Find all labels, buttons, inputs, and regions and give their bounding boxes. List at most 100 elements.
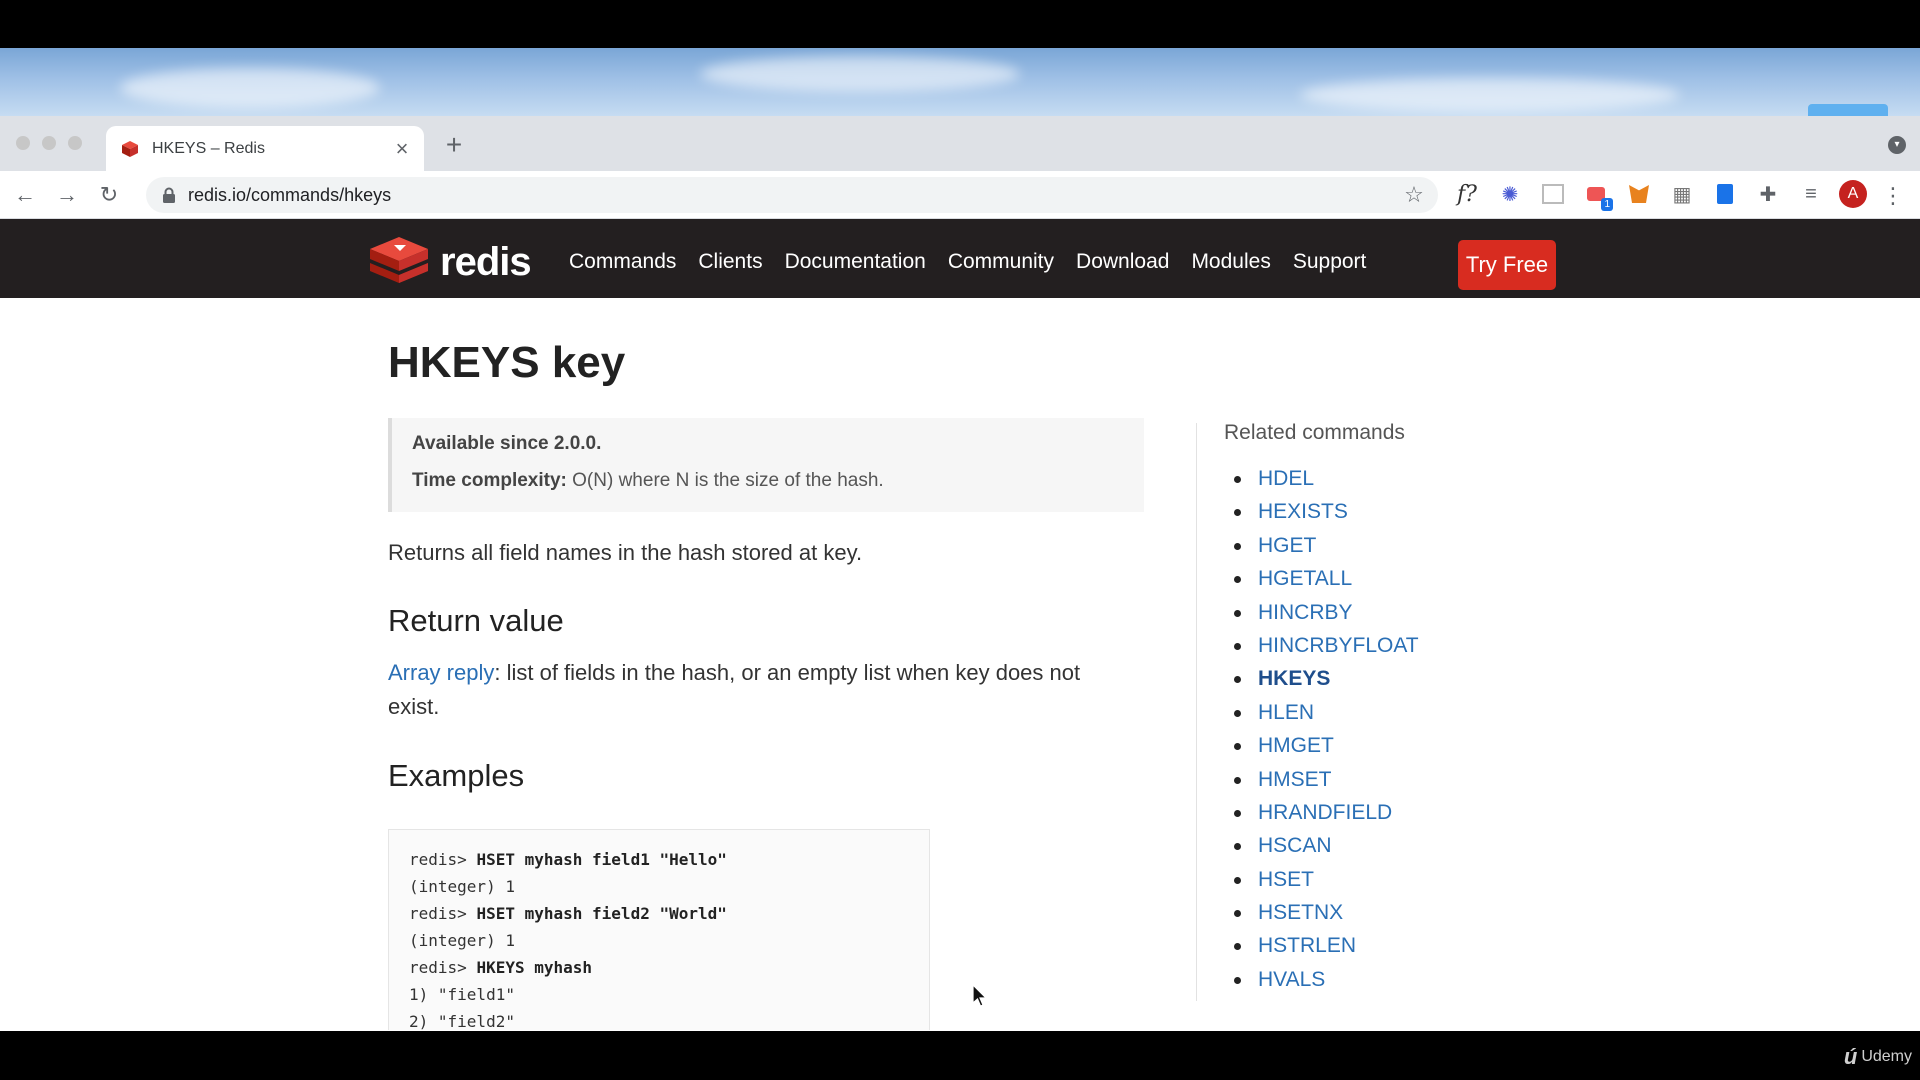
close-window-button[interactable] [16, 136, 30, 150]
related-link-hrandfield[interactable]: HRANDFIELD [1258, 801, 1392, 824]
tab-search-icon[interactable]: ▾ [1888, 136, 1906, 154]
redis-logo[interactable]: redis [368, 235, 532, 289]
profile-avatar[interactable]: A [1839, 180, 1867, 208]
related-link-hstrlen[interactable]: HSTRLEN [1258, 934, 1356, 957]
related-link-hscan[interactable]: HSCAN [1258, 834, 1332, 857]
nav-clients[interactable]: Clients [698, 250, 762, 274]
code-prompt: redis> [409, 904, 477, 923]
video-letterbox-top [0, 0, 1920, 48]
puzzle-icon[interactable]: ✚ [1753, 179, 1783, 209]
related-link-hincrby[interactable]: HINCRBY [1258, 601, 1353, 624]
examples-heading: Examples [388, 758, 525, 793]
list-item: HLEN [1234, 701, 1419, 734]
list-item: HSETNX [1234, 901, 1419, 934]
browser-window: HKEYS – Redis × + ▾ ← → ↻ redis.io/comma… [0, 116, 1920, 1031]
nav-documentation[interactable]: Documentation [785, 250, 926, 274]
code-line: redis> HSET myhash field2 "World" [409, 904, 727, 923]
sidebar-divider [1196, 423, 1197, 1001]
tab-strip: HKEYS – Redis × + ▾ [0, 116, 1920, 171]
related-link-hincrbyfloat[interactable]: HINCRBYFLOAT [1258, 634, 1419, 657]
code-prompt: redis> [409, 850, 477, 869]
redis-cube-icon [370, 237, 428, 283]
list-item: HSTRLEN [1234, 934, 1419, 967]
list-item: HGET [1234, 534, 1419, 567]
url-text[interactable]: redis.io/commands/hkeys [188, 185, 1402, 206]
related-link-hvals[interactable]: HVALS [1258, 968, 1325, 991]
cloud [1300, 78, 1680, 112]
code-command: HSET myhash field2 "World" [476, 904, 727, 923]
example-code-block[interactable]: redis> HSET myhash field1 "Hello" (integ… [388, 829, 930, 1030]
zoom-window-button[interactable] [68, 136, 82, 150]
forward-icon[interactable]: → [50, 178, 84, 212]
code-line: 1) "field1" [409, 985, 515, 1004]
nav-support[interactable]: Support [1293, 250, 1367, 274]
close-icon[interactable]: × [390, 136, 414, 161]
code-line: redis> HSET myhash field1 "Hello" [409, 850, 727, 869]
book-icon[interactable] [1710, 179, 1740, 209]
related-link-hlen[interactable]: HLEN [1258, 701, 1314, 724]
mouse-cursor-icon [972, 984, 988, 1007]
snowflake-icon[interactable]: ✺ [1495, 179, 1525, 209]
fx-icon[interactable]: f? [1452, 179, 1482, 209]
nav-commands[interactable]: Commands [569, 250, 676, 274]
list-item: HMGET [1234, 734, 1419, 767]
cloud [700, 56, 1020, 92]
bookmark-star-icon[interactable]: ☆ [1402, 182, 1426, 207]
related-commands-heading: Related commands [1224, 421, 1405, 444]
related-link-hgetall[interactable]: HGETALL [1258, 567, 1352, 590]
list-item: HGETALL [1234, 567, 1419, 600]
grid-icon[interactable]: ▦ [1667, 179, 1697, 209]
related-link-hmget[interactable]: HMGET [1258, 734, 1334, 757]
browser-toolbar: ← → ↻ redis.io/commands/hkeys ☆ f? ✺ 1 ▦… [0, 171, 1920, 219]
nav-modules[interactable]: Modules [1191, 250, 1270, 274]
lock-icon [163, 187, 175, 203]
complexity-value: O(N) where N is the size of the hash. [566, 470, 884, 491]
list-item: HINCRBY [1234, 601, 1419, 634]
new-tab-button[interactable]: + [440, 131, 468, 160]
reload-icon[interactable]: ↻ [92, 178, 126, 212]
desktop-folder-icon[interactable] [1808, 104, 1888, 116]
udemy-logo-icon: ú [1843, 1044, 1858, 1069]
extension-badge: 1 [1601, 198, 1613, 211]
time-complexity: Time complexity: O(N) where N is the siz… [412, 470, 884, 492]
udemy-watermark: ú Udemy [1844, 1044, 1912, 1070]
code-line: (integer) 1 [409, 931, 515, 950]
related-link-hsetnx[interactable]: HSETNX [1258, 901, 1343, 924]
related-link-hget[interactable]: HGET [1258, 534, 1316, 557]
nav-community[interactable]: Community [948, 250, 1054, 274]
list-item: HVALS [1234, 968, 1419, 1001]
tabs-icon[interactable]: 1 [1581, 179, 1613, 211]
try-free-button[interactable]: Try Free [1458, 240, 1556, 290]
back-icon[interactable]: ← [8, 178, 42, 212]
related-commands-list: HDEL HEXISTS HGET HGETALL HINCRBY HINCRB… [1234, 467, 1419, 1001]
address-bar[interactable]: redis.io/commands/hkeys ☆ [146, 177, 1438, 213]
desktop-background [0, 48, 1920, 116]
screen-icon[interactable] [1538, 179, 1568, 209]
fox-icon[interactable] [1624, 179, 1654, 209]
cloud [120, 68, 380, 108]
browser-menu-icon[interactable]: ⋮ [1882, 183, 1904, 209]
code-line: (integer) 1 [409, 877, 515, 896]
tab-active[interactable]: HKEYS – Redis × [106, 126, 424, 171]
list-item: HSCAN [1234, 834, 1419, 867]
command-summary: Returns all field names in the hash stor… [388, 540, 863, 565]
nav-download[interactable]: Download [1076, 250, 1169, 274]
related-link-hset[interactable]: HSET [1258, 868, 1314, 891]
page-title: HKEYS key [388, 338, 626, 387]
tab-title: HKEYS – Redis [152, 139, 265, 157]
related-link-hexists[interactable]: HEXISTS [1258, 500, 1348, 523]
code-line: redis> HKEYS myhash [409, 958, 592, 977]
minimize-window-button[interactable] [42, 136, 56, 150]
playlist-icon[interactable]: ≡ [1796, 179, 1826, 209]
code-command: HSET myhash field1 "Hello" [476, 850, 727, 869]
related-link-hkeys[interactable]: HKEYS [1258, 667, 1330, 690]
related-link-hmset[interactable]: HMSET [1258, 768, 1332, 791]
list-item: HEXISTS [1234, 500, 1419, 533]
list-item: HSET [1234, 868, 1419, 901]
array-reply-link[interactable]: Array reply [388, 660, 494, 685]
url-path: /commands/hkeys [246, 184, 392, 205]
available-since: Available since 2.0.0. [412, 433, 602, 454]
redis-favicon-icon [122, 140, 138, 157]
extensions-bar: f? ✺ 1 ▦ ✚ ≡ A [1452, 179, 1867, 211]
related-link-hdel[interactable]: HDEL [1258, 467, 1314, 490]
